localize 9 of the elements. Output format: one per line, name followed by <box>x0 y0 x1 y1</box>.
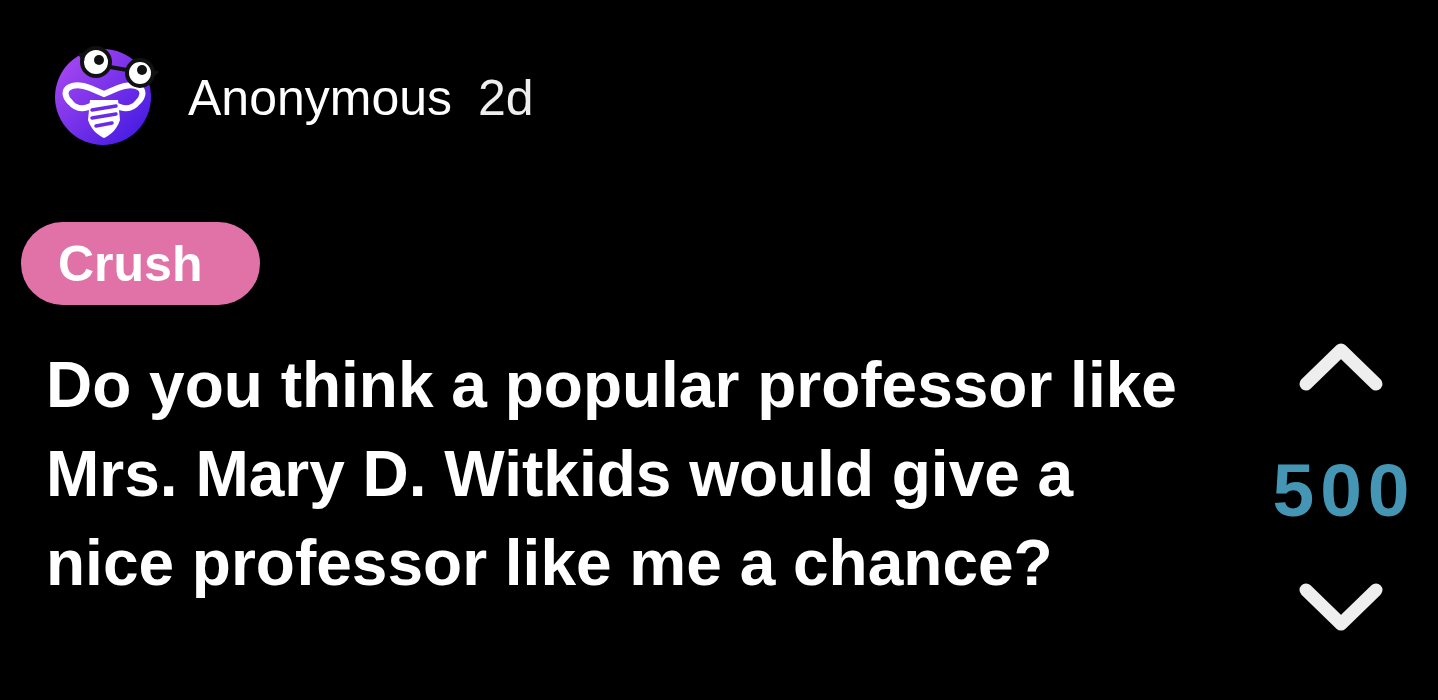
author-name: Anonymous <box>188 69 453 127</box>
category-tag[interactable]: Crush <box>21 222 261 305</box>
vote-count: 500 <box>1272 460 1416 520</box>
post-time: 2d <box>478 69 534 127</box>
downvote-button[interactable] <box>1298 582 1384 632</box>
question-text: Do you think a popular professor like Mrs. Mary D. Witkids would give a nice professor like me a chance? <box>46 348 1178 601</box>
chevron-up-icon <box>1298 342 1384 392</box>
upvote-button[interactable] <box>1298 342 1384 392</box>
chevron-down-icon <box>1298 582 1384 632</box>
